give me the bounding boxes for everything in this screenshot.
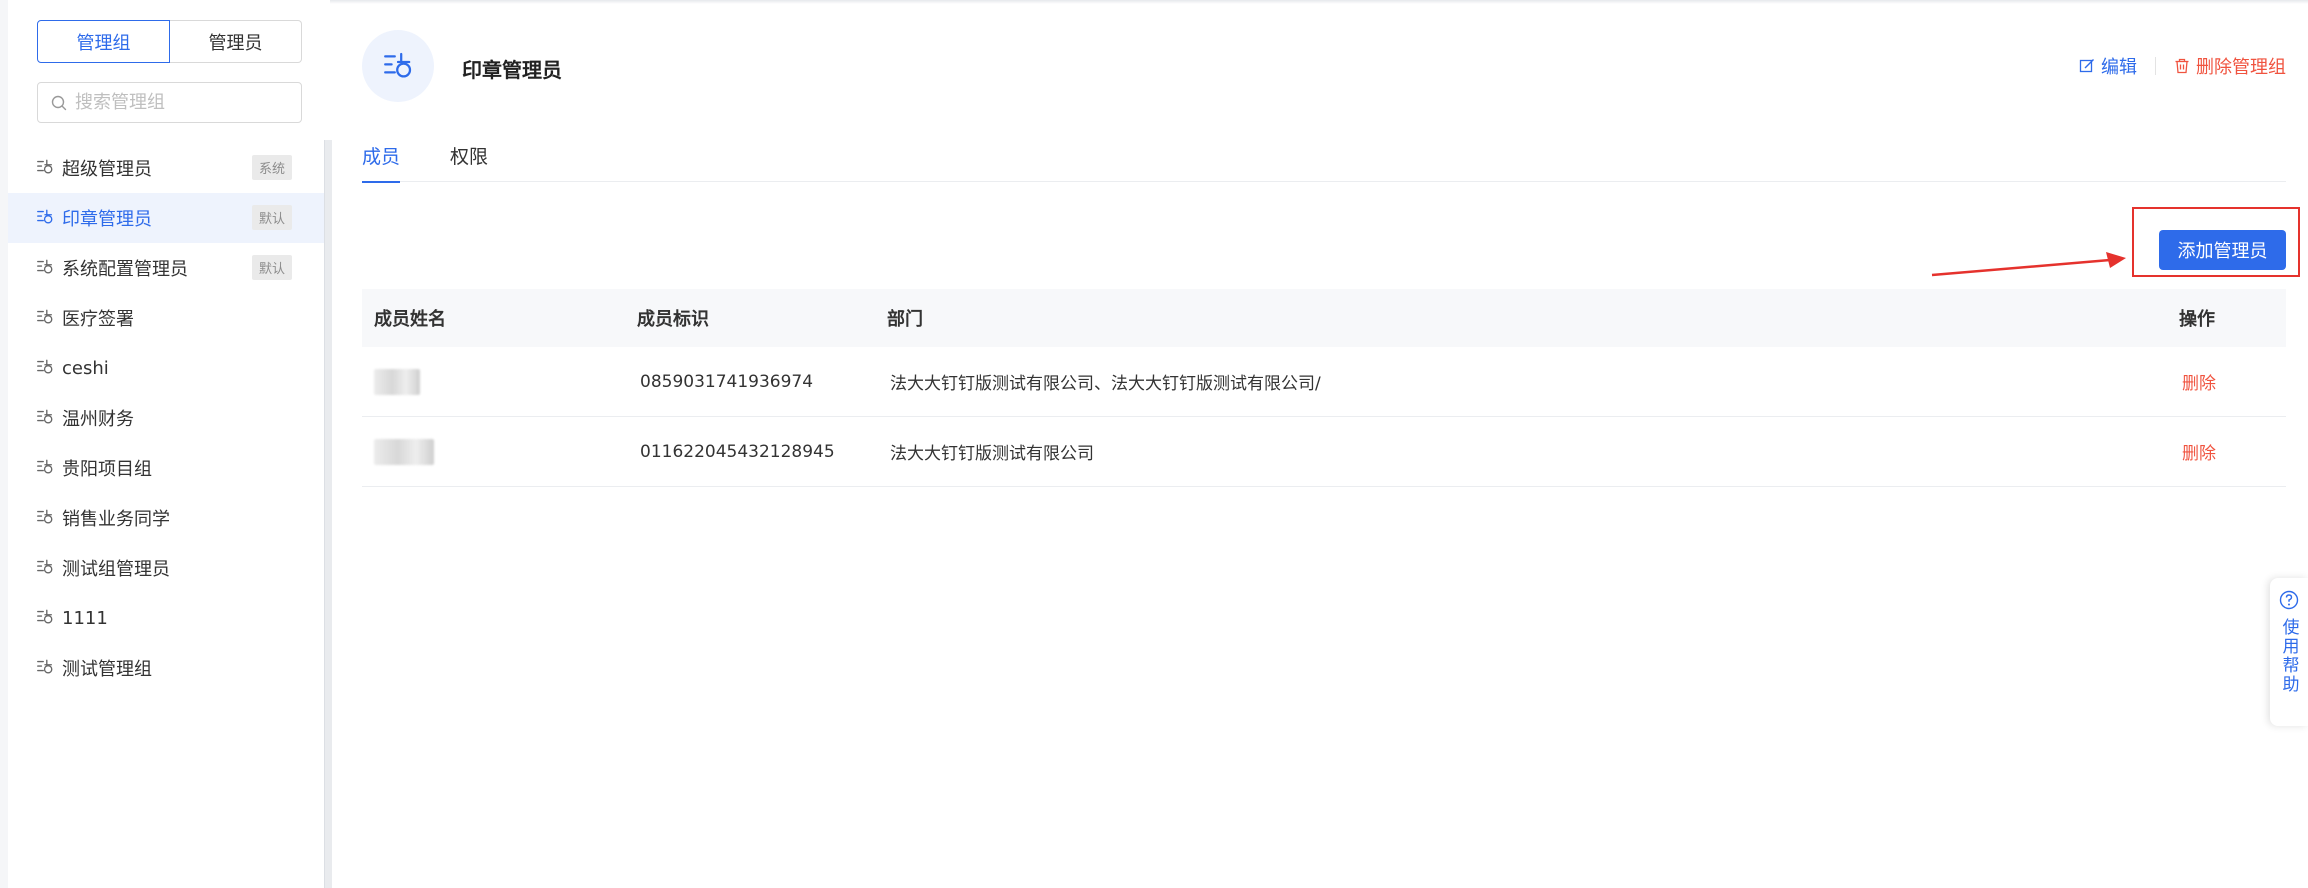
sidebar-group-item[interactable]: ceshi: [8, 343, 324, 393]
sidebar-group-label: ceshi: [62, 357, 109, 379]
admin-group-icon: [384, 52, 412, 78]
edit-icon: [2079, 59, 2094, 73]
help-label: 使用帮助: [2278, 618, 2299, 694]
member-department-cell: 法大大钉钉版测试有限公司: [890, 444, 1094, 464]
admin-group-icon: [36, 458, 56, 478]
sidebar-group-label: 温州财务: [62, 409, 134, 430]
admin-group-icon: [36, 508, 56, 528]
blurred-name: [374, 368, 420, 395]
sidebar-group-item[interactable]: 印章管理员 默认: [8, 193, 324, 243]
sidebar-group-label: 系统配置管理员: [62, 259, 188, 280]
group-type-badge: 系统: [251, 155, 292, 180]
members-table: 成员姓名 成员标识 部门 操作 0859031741936974 法大大钉钉版测…: [362, 289, 2286, 487]
tab-admin-groups[interactable]: 管理组: [37, 20, 170, 63]
sidebar-group-item[interactable]: 测试组管理员: [8, 543, 324, 593]
group-avatar: [362, 30, 434, 102]
page-title: 印章管理员: [462, 58, 562, 82]
delete-member-link[interactable]: 删除: [2179, 374, 2216, 394]
help-widget[interactable]: 使用帮助: [2270, 578, 2308, 726]
content-tabs: 成员 权限: [362, 142, 2286, 183]
sidebar-group-label: 测试管理组: [62, 659, 152, 680]
sidebar-group-item[interactable]: 系统配置管理员 默认: [8, 243, 324, 293]
group-list: 超级管理员 系统 印章管理员 默认 系统配置管理员 默认 医疗签署 ceshi 温州财务 贵阳项目…: [8, 143, 324, 693]
sidebar-group-item[interactable]: 温州财务: [8, 393, 324, 443]
admin-group-icon: [36, 658, 56, 678]
sidebar-scrollbar[interactable]: [324, 140, 332, 888]
admin-group-icon: [36, 358, 56, 378]
table-header: 成员姓名 成员标识 部门 操作: [362, 289, 2286, 347]
sidebar: 管理组 管理员 超级管理员系统印章管理员默认系统配置管理员默认医疗签署ceshi…: [0, 0, 332, 888]
sidebar-group-label: 印章管理员: [62, 209, 152, 230]
search-input[interactable]: [75, 92, 275, 113]
sidebar-group-item[interactable]: 医疗签署: [8, 293, 324, 343]
table-row: 011622045432128945 法大大钉钉版测试有限公司 删除: [362, 417, 2286, 487]
table-row: 0859031741936974 法大大钉钉版测试有限公司、法大大钉钉版测试有限…: [362, 347, 2286, 417]
sidebar-group-item[interactable]: 贵阳项目组: [8, 443, 324, 493]
sidebar-edge: [0, 0, 8, 888]
member-id-cell: 0859031741936974: [640, 371, 814, 392]
group-type-badge: 默认: [251, 205, 292, 230]
member-name-cell: [362, 368, 637, 395]
admin-group-icon: [36, 158, 56, 178]
annotation-arrow: [1931, 252, 2126, 277]
admin-group-icon: [36, 258, 56, 278]
trash-icon: [2175, 58, 2189, 74]
sidebar-group-item[interactable]: 超级管理员 系统: [8, 143, 324, 193]
sidebar-group-item[interactable]: 测试管理组: [8, 643, 324, 693]
admin-group-icon: [36, 558, 56, 578]
member-department-cell: 法大大钉钉版测试有限公司、法大大钉钉版测试有限公司/: [890, 374, 1321, 394]
question-icon: [2279, 590, 2299, 610]
admin-group-icon: [36, 308, 56, 328]
header-actions: 编辑 删除管理组: [2079, 53, 2286, 79]
admin-group-icon: [36, 208, 56, 228]
tab-admins[interactable]: 管理员: [170, 20, 302, 63]
sidebar-group-item[interactable]: 1111: [8, 593, 324, 643]
blurred-name: [374, 438, 434, 465]
sidebar-segmented-control: 管理组 管理员: [37, 20, 302, 63]
main-panel: 印章管理员 编辑 删除管理组 成员 权限 添加管理员 成员姓名 成员标识 部门 …: [332, 0, 2308, 888]
sidebar-group-label: 超级管理员: [62, 159, 152, 180]
column-header-name: 成员姓名: [374, 309, 446, 330]
sidebar-group-label: 测试组管理员: [62, 559, 170, 580]
column-header-department: 部门: [887, 309, 923, 330]
action-divider: [2155, 57, 2156, 75]
edit-button[interactable]: 编辑: [2079, 53, 2137, 79]
column-header-id: 成员标识: [637, 309, 709, 330]
sidebar-group-label: 1111: [62, 607, 108, 629]
delete-group-button[interactable]: 删除管理组: [2174, 53, 2286, 79]
tab-members[interactable]: 成员: [362, 142, 401, 183]
admin-group-icon: [36, 608, 56, 628]
member-id-cell: 011622045432128945: [640, 441, 835, 462]
group-type-badge: 默认: [251, 255, 292, 280]
member-name-cell: [362, 438, 637, 465]
sidebar-group-item[interactable]: 销售业务同学: [8, 493, 324, 543]
sidebar-group-label: 贵阳项目组: [62, 459, 152, 480]
search-box[interactable]: [37, 82, 302, 123]
delete-group-label: 删除管理组: [2196, 57, 2286, 78]
admin-group-icon: [36, 408, 56, 428]
tab-permissions[interactable]: 权限: [450, 142, 488, 182]
search-icon: [51, 95, 67, 110]
column-header-actions: 操作: [2179, 309, 2215, 330]
sidebar-group-label: 销售业务同学: [62, 509, 170, 530]
sidebar-group-label: 医疗签署: [62, 309, 134, 330]
delete-member-link[interactable]: 删除: [2179, 444, 2216, 464]
add-admin-button[interactable]: 添加管理员: [2159, 230, 2286, 270]
edit-label: 编辑: [2101, 57, 2137, 78]
